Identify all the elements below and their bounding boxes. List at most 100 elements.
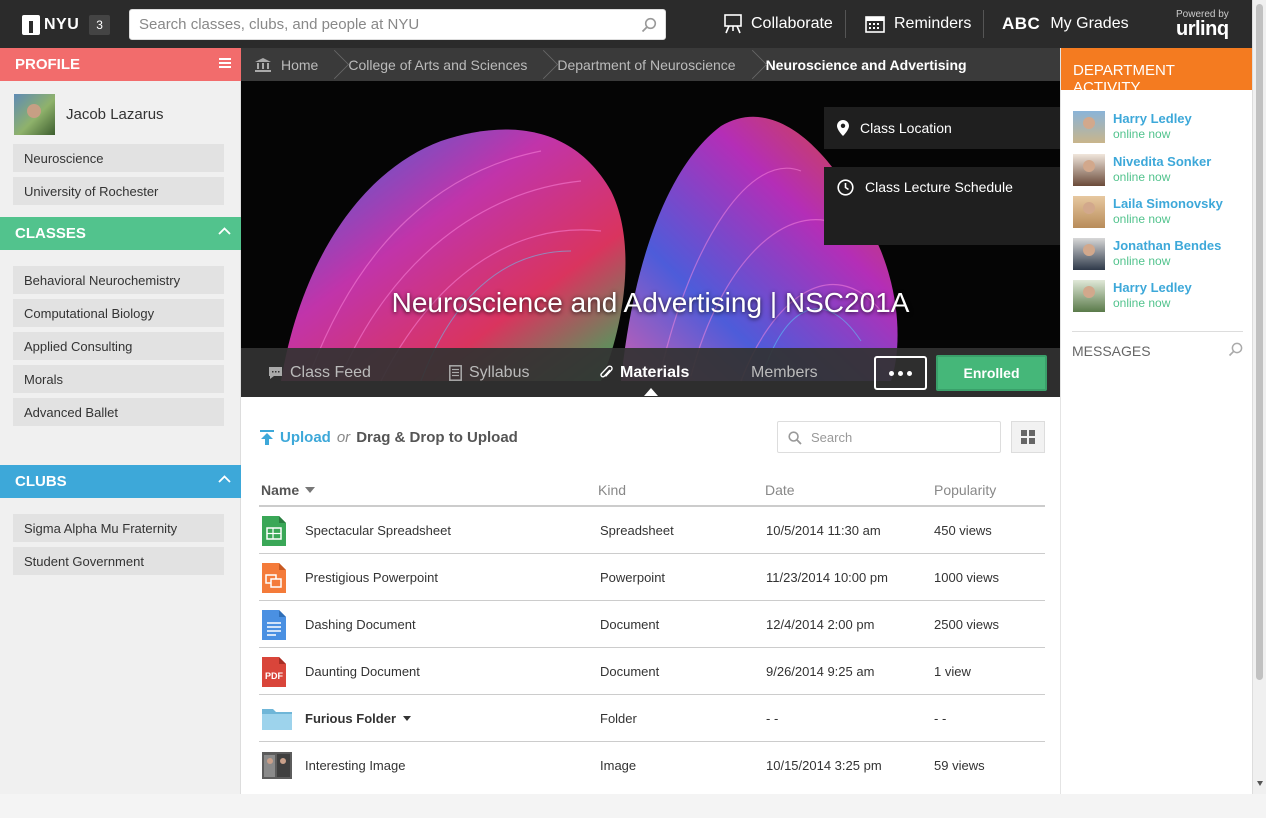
classes-header[interactable]: CLASSES (0, 217, 241, 250)
table-row[interactable]: Spectacular Spreadsheet Spreadsheet 10/5… (259, 507, 1045, 554)
table-row[interactable]: PDF Daunting Document Document 9/26/2014… (259, 648, 1045, 695)
profile-name[interactable]: Jacob Lazarus (66, 106, 164, 123)
file-name[interactable]: Dashing Document (305, 601, 416, 648)
search-icon[interactable] (1228, 342, 1243, 362)
dot-icon (898, 370, 903, 376)
search-icon[interactable] (641, 17, 657, 38)
clubs-header[interactable]: CLUBS (0, 465, 241, 498)
file-name[interactable]: Daunting Document (305, 648, 420, 695)
person-name[interactable]: Laila Simonovsky (1113, 196, 1223, 211)
top-bar: NYU 3 Collaborate Reminders ABC My Grade… (0, 0, 1252, 48)
class-item[interactable]: Computational Biology (13, 299, 224, 327)
upload-bar: Upload or Drag & Drop to Upload (260, 429, 518, 446)
activity-item[interactable]: Harry Ledley online now (1073, 280, 1192, 312)
upload-or-label: or (336, 429, 351, 446)
online-status: online now (1113, 170, 1171, 184)
class-location-label: Class Location (860, 120, 952, 136)
nav-my-grades[interactable]: ABC My Grades (1002, 0, 1129, 48)
building-icon (255, 57, 271, 72)
brand[interactable]: NYU 3 (22, 14, 110, 36)
class-item[interactable]: Behavioral Neurochemistry (13, 266, 224, 294)
calendar-icon (865, 15, 885, 33)
enrolled-button[interactable]: Enrolled (936, 355, 1047, 391)
class-location-button[interactable]: Class Location (824, 107, 1060, 149)
class-item[interactable]: Advanced Ballet (13, 398, 224, 426)
activity-item[interactable]: Jonathan Bendes online now (1073, 238, 1221, 270)
breadcrumb-home[interactable]: Home (241, 48, 328, 81)
file-kind: Spreadsheet (600, 523, 674, 538)
upload-link[interactable]: Upload (280, 429, 331, 446)
avatar[interactable] (1073, 238, 1105, 270)
column-header-label: Name (261, 482, 300, 498)
table-row[interactable]: Interesting Image Image 10/15/2014 3:25 … (259, 742, 1045, 789)
column-header-popularity[interactable]: Popularity (934, 482, 996, 498)
document-icon (262, 610, 286, 645)
more-options-button[interactable] (874, 356, 927, 390)
profile-header[interactable]: PROFILE (0, 48, 241, 81)
chevron-up-icon[interactable] (218, 475, 231, 483)
menu-icon[interactable] (219, 58, 231, 68)
scrollbar-thumb[interactable] (1256, 4, 1263, 680)
activity-item[interactable]: Laila Simonovsky online now (1073, 196, 1223, 228)
person-name[interactable]: Nivedita Sonker (1113, 154, 1211, 169)
paperclip-icon (600, 364, 613, 381)
avatar[interactable] (14, 94, 55, 135)
class-item[interactable]: Applied Consulting (13, 332, 224, 360)
global-search-input[interactable] (130, 10, 665, 39)
file-name[interactable]: Interesting Image (305, 742, 405, 789)
breadcrumb-college[interactable]: College of Arts and Sciences (338, 48, 537, 81)
page-scrollbar[interactable] (1252, 0, 1266, 794)
materials-search-input[interactable] (778, 422, 1000, 452)
chevron-down-icon[interactable] (403, 716, 411, 721)
folder-name[interactable]: Furious Folder (305, 695, 411, 742)
profile-item[interactable]: University of Rochester (13, 177, 224, 205)
column-header-date[interactable]: Date (765, 482, 795, 498)
messages-label: MESSAGES (1072, 343, 1151, 359)
avatar[interactable] (1073, 154, 1105, 186)
table-row[interactable]: Prestigious Powerpoint Powerpoint 11/23/… (259, 554, 1045, 601)
powered-by-logo[interactable]: Powered by urlinq (1176, 9, 1229, 41)
person-name[interactable]: Harry Ledley (1113, 111, 1192, 126)
dot-icon (889, 370, 894, 376)
breadcrumb-separator (328, 48, 338, 81)
grid-view-button[interactable] (1011, 421, 1045, 453)
file-date: 11/23/2014 10:00 pm (766, 570, 888, 585)
materials-search[interactable] (777, 421, 1001, 453)
person-name[interactable]: Jonathan Bendes (1113, 238, 1221, 253)
nav-collaborate[interactable]: Collaborate (724, 0, 833, 48)
avatar[interactable] (1073, 111, 1105, 143)
table-row[interactable]: Furious Folder Folder - - - - (259, 695, 1045, 742)
scroll-down-arrow-icon[interactable] (1257, 781, 1263, 786)
breadcrumb-department[interactable]: Department of Neuroscience (547, 48, 745, 81)
file-date: 10/5/2014 11:30 am (766, 523, 881, 538)
tab-syllabus[interactable]: Syllabus (449, 348, 529, 397)
profile-item[interactable]: Neuroscience (13, 144, 224, 172)
class-schedule-button[interactable]: Class Lecture Schedule (824, 167, 1060, 245)
column-header-name[interactable]: Name (261, 482, 316, 498)
breadcrumb: Home College of Arts and Sciences Depart… (241, 48, 1060, 81)
global-search[interactable] (129, 9, 666, 40)
chevron-up-icon[interactable] (218, 227, 231, 235)
avatar[interactable] (1073, 280, 1105, 312)
easel-icon (724, 14, 742, 34)
tab-class-feed[interactable]: Class Feed (268, 348, 371, 397)
person-name[interactable]: Harry Ledley (1113, 280, 1192, 295)
pdf-badge-text: PDF (265, 671, 283, 681)
class-item[interactable]: Morals (13, 365, 224, 393)
file-name[interactable]: Prestigious Powerpoint (305, 554, 438, 601)
club-item[interactable]: Student Government (13, 547, 224, 575)
file-name[interactable]: Spectacular Spreadsheet (305, 507, 451, 554)
profile-card[interactable]: Jacob Lazarus (14, 94, 164, 135)
column-header-kind[interactable]: Kind (598, 482, 626, 498)
table-row[interactable]: Dashing Document Document 12/4/2014 2:00… (259, 601, 1045, 648)
notification-count-badge[interactable]: 3 (89, 15, 110, 35)
upload-arrow-icon[interactable] (260, 430, 274, 445)
avatar[interactable] (1073, 196, 1105, 228)
activity-item[interactable]: Harry Ledley online now (1073, 111, 1192, 143)
file-popularity: 450 views (934, 523, 992, 538)
class-title: Neuroscience and Advertising | NSC201A (391, 287, 910, 318)
nav-reminders[interactable]: Reminders (865, 0, 971, 48)
activity-item[interactable]: Nivedita Sonker online now (1073, 154, 1211, 186)
club-item[interactable]: Sigma Alpha Mu Fraternity (13, 514, 224, 542)
tab-members[interactable]: Members (751, 348, 818, 397)
